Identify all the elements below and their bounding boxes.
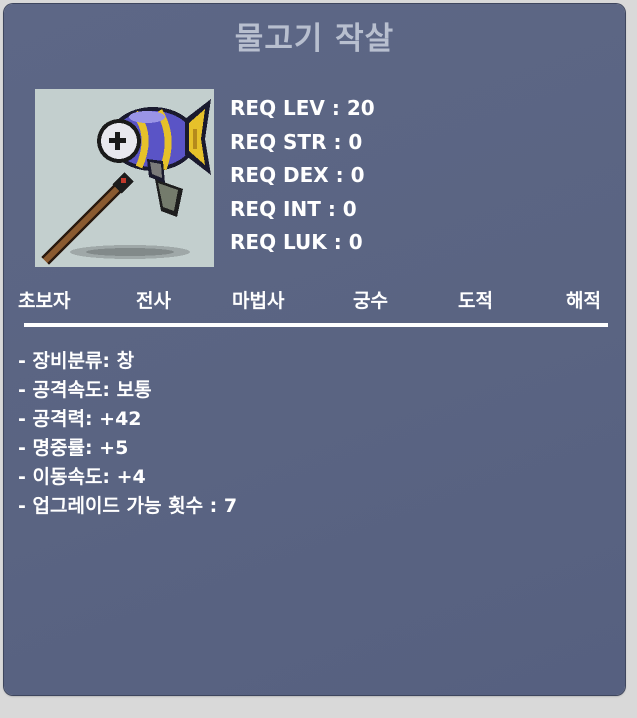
req-str: REQ STR : 0 xyxy=(230,129,363,154)
req-level: REQ LEV : 20 xyxy=(230,96,375,120)
item-name: 물고기 작살 xyxy=(234,21,395,57)
divider xyxy=(24,323,608,327)
job-list: 초보자 전사 마법사 궁수 도적 해적 xyxy=(16,286,612,314)
stat-attack: - 공격력: +42 xyxy=(18,408,142,430)
stat-equip-type: - 장비분류: 창 xyxy=(18,350,135,372)
item-icon xyxy=(35,89,214,267)
job-pirate: 해적 xyxy=(566,290,601,312)
stat-accuracy: - 명중률: +5 xyxy=(18,437,129,459)
stat-attack-speed: - 공격속도: 보통 xyxy=(18,379,152,401)
job-thief: 도적 xyxy=(458,290,493,312)
req-dex: REQ DEX : 0 xyxy=(230,163,365,187)
requirements-list: REQ LEV : 20 REQ STR : 0 REQ DEX : 0 REQ… xyxy=(230,92,375,260)
stats-list: - 장비분류: 창 - 공격속도: 보통 - 공격력: +42 - 명중률: +… xyxy=(18,347,237,521)
job-archer: 궁수 xyxy=(353,290,388,312)
job-beginner: 초보자 xyxy=(18,290,71,312)
req-luk: REQ LUK : 0 xyxy=(230,230,363,254)
job-warrior: 전사 xyxy=(136,290,171,312)
req-int: REQ INT : 0 xyxy=(230,196,357,221)
stat-upgrade-slots: - 업그레이드 가능 횟수 : 7 xyxy=(18,495,238,517)
stat-speed: - 이동속도: +4 xyxy=(18,466,146,488)
item-tooltip: 물고기 작살 REQ LEV: 20 REQ STR: 0 REQ DEX … xyxy=(4,4,625,695)
job-magician: 마법사 xyxy=(232,290,285,312)
